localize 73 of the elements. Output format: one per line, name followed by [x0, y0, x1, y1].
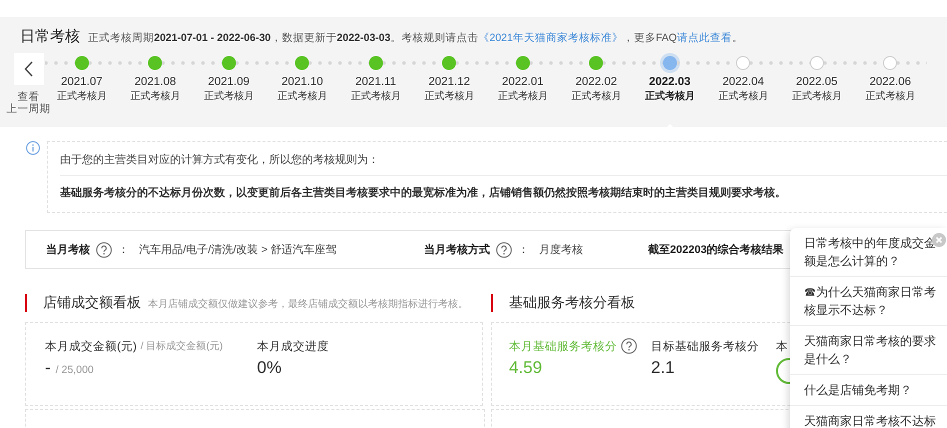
timeline-month[interactable]: 2021.11	[355, 75, 396, 90]
panel-title: 店铺成交额看板	[43, 294, 141, 312]
timeline-node[interactable]	[589, 56, 604, 70]
summary-label: 当月考核	[46, 242, 90, 257]
timeline-label: 正式考核月	[350, 90, 401, 104]
metric-value: 4.59	[509, 358, 542, 378]
timeline-label: 正式考核月	[792, 90, 842, 104]
timeline-label: 正式考核月	[644, 90, 695, 104]
timeline-label: 正式考核月	[424, 90, 474, 104]
timeline-month[interactable]: 2022.01	[502, 75, 544, 90]
help-icon[interactable]	[496, 242, 512, 258]
faq-item[interactable]: ☎为什么天猫商家日常考核显示不达标？	[790, 277, 947, 326]
metric-label: 本月成交金额(元)	[45, 339, 137, 354]
metric-value: 0%	[257, 358, 282, 378]
faq-item[interactable]: 天猫商家日常考核不达标	[790, 406, 947, 428]
summary-label: 当月考核方式	[424, 242, 490, 257]
timeline-label: 正式考核月	[718, 90, 768, 104]
timeline-node[interactable]	[295, 56, 310, 70]
metric-label: 本月基础服务考核分	[509, 340, 617, 354]
timeline-node[interactable]	[222, 56, 236, 70]
colon: ：	[118, 243, 129, 257]
previous-period-label[interactable]: 查看	[18, 91, 40, 103]
summary-value: 汽车用品/电子/清洗/改装 > 舒适汽车座驾	[139, 242, 337, 257]
timeline-label: 正式考核月	[571, 90, 622, 104]
timeline-month[interactable]: 2022.03	[648, 75, 691, 90]
panel-note: 本月店铺成交额仅做建议参考，最终店铺成交额以考核期指标进行考核。	[148, 298, 468, 311]
help-icon[interactable]	[96, 242, 112, 258]
timeline-node[interactable]	[810, 56, 824, 70]
info-icon	[26, 141, 40, 155]
help-icon[interactable]	[621, 338, 637, 354]
timeline-month[interactable]: 2022.05	[796, 75, 838, 90]
previous-period-button[interactable]	[14, 53, 44, 85]
period-note: 正式考核周期2021-07-01 - 2022-06-30，数据更新于2022-03-03。考核规则请点击《2021年天猫商家考核标准》，更多FAQ请点此查看。	[88, 31, 743, 45]
faq-item[interactable]: 天猫商家日常考核的要求是什么？	[790, 326, 947, 375]
metric-label: 本月成交进度	[257, 339, 329, 354]
notice-text: 基础服务考核分的不达标月份次数，以变更前后各主营类目考核要求中的最宽标准为准，店铺销售额仍然按照考核期结束时的主营类目规则要求考核。	[60, 186, 787, 201]
timeline-month[interactable]: 2021.12	[428, 75, 470, 90]
metric-value: 2.1	[651, 358, 675, 378]
timeline-node[interactable]	[662, 56, 677, 70]
timeline-label: 正式考核月	[130, 90, 180, 104]
timeline-month[interactable]: 2022.06	[869, 75, 912, 90]
previous-period-label[interactable]: 上一周期	[6, 103, 50, 115]
timeline-month[interactable]: 2021.07	[60, 75, 103, 90]
timeline-label: 正式考核月	[277, 90, 328, 104]
metric-target: / 25,000	[56, 364, 94, 376]
metric-value: -	[45, 358, 51, 378]
timeline-node[interactable]	[74, 56, 89, 70]
notice-text: 由于您的主营类目对应的计算方式有变化，所以您的考核规则为：	[60, 142, 947, 176]
timeline-label: 正式考核月	[204, 90, 254, 104]
metric-sublabel: / 目标成交金额(元)	[140, 340, 223, 353]
timeline-month[interactable]: 2021.10	[281, 75, 324, 90]
metric-label: 目标基础服务考核分	[651, 340, 759, 354]
chevron-left-icon	[24, 61, 33, 77]
timeline-month[interactable]: 2022.02	[575, 75, 618, 90]
timeline-label: 正式考核月	[498, 90, 548, 104]
metric-label: 本	[776, 340, 788, 354]
timeline-label: 正式考核月	[865, 90, 916, 104]
summary-label: 截至202203的综合考核结果	[648, 242, 784, 257]
timeline-node[interactable]	[442, 56, 456, 70]
timeline-node[interactable]	[516, 56, 530, 70]
faq-item[interactable]: 什么是店铺免考期？	[790, 375, 947, 406]
page-title: 日常考核	[20, 27, 80, 46]
timeline-month[interactable]: 2021.08	[134, 75, 176, 90]
colon: ：	[518, 243, 529, 257]
timeline-label: 正式考核月	[56, 90, 107, 104]
timeline-month[interactable]: 2022.04	[722, 75, 764, 90]
timeline-node[interactable]	[883, 56, 898, 70]
timeline-node[interactable]	[368, 56, 383, 70]
panel-title: 基础服务考核分看板	[509, 294, 635, 312]
timeline-node[interactable]	[736, 56, 750, 70]
timeline-node[interactable]	[148, 56, 162, 70]
summary-value: 月度考核	[539, 242, 583, 257]
timeline-month[interactable]: 2021.09	[208, 75, 250, 90]
